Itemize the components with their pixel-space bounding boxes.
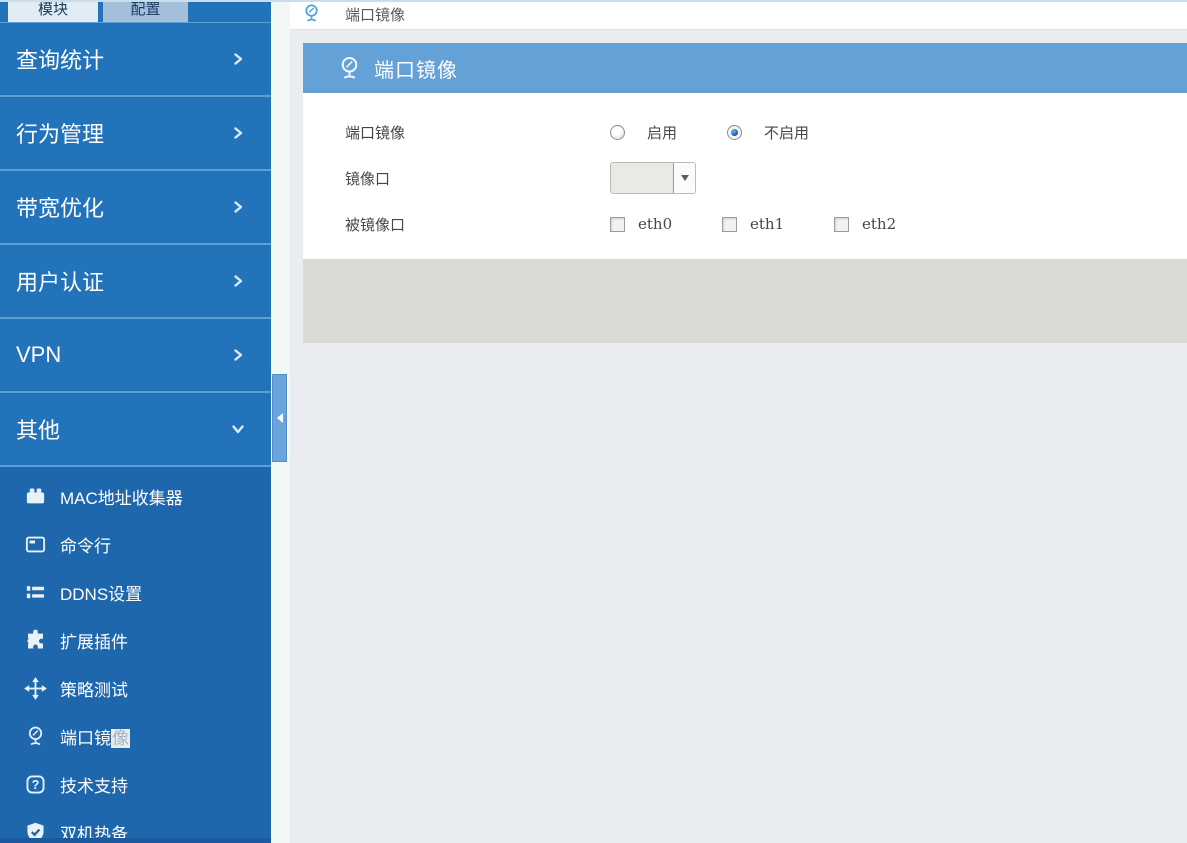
main-area: 端口镜像 端口镜像 端口镜像 启用 不启用 镜像口 被镜像口 eth0 eth1… <box>290 0 1187 843</box>
tab-module-label: 模块 <box>37 1 68 18</box>
terminal-icon <box>24 533 47 556</box>
panel-header: 端口镜像 <box>303 43 1187 93</box>
checkbox-group-eth0: eth0 <box>610 215 722 233</box>
mirrored-ports-label: 被镜像口 <box>345 215 406 234</box>
tab-module[interactable]: 模块 <box>8 0 98 22</box>
sidebar-item-vpn[interactable]: VPN <box>0 319 271 393</box>
sidebar-item-query-stats[interactable]: 查询统计 <box>0 23 271 97</box>
sidebar-item-mac-collector[interactable]: MAC地址收集器 <box>0 472 271 520</box>
sidebar-item-others[interactable]: 其他 <box>0 393 271 467</box>
breadcrumb-title: 端口镜像 <box>345 6 406 24</box>
disable-radio-label: 不启用 <box>764 123 810 142</box>
form-row-mirror-port: 镜像口 <box>345 155 1187 201</box>
support-icon: ? <box>24 773 47 796</box>
disable-radio[interactable] <box>727 124 743 140</box>
mirrored-ports-checkboxes: eth0 eth1 eth2 <box>610 215 946 233</box>
enable-radio[interactable] <box>610 124 625 140</box>
sidebar-item-label: 用户认证 <box>16 270 105 295</box>
sidebar-item-label: VPN <box>16 342 62 367</box>
mirror-icon <box>336 55 363 82</box>
enable-radio-label: 启用 <box>647 123 678 142</box>
eth0-checkbox[interactable] <box>610 216 625 232</box>
ddns-icon <box>24 581 47 604</box>
checkbox-group-eth2: eth2 <box>834 215 946 233</box>
radio-group-disable: 不启用 <box>727 122 809 143</box>
chevron-down-icon <box>231 422 245 436</box>
sidebar-item-label: DDNS设置 <box>60 584 143 604</box>
eth1-checkbox[interactable] <box>722 216 737 232</box>
collapse-arrow-left-icon <box>276 413 283 423</box>
sidebar-item-extension-plugins[interactable]: 扩展插件 <box>0 616 271 664</box>
sidebar-item-ddns-settings[interactable]: DDNS设置 <box>0 568 271 616</box>
mirror-port-controls <box>610 162 696 194</box>
chevron-right-icon <box>231 348 245 362</box>
caret-down-icon <box>680 175 689 181</box>
sidebar-item-label: 其他 <box>16 418 61 443</box>
chevron-right-icon <box>231 126 245 140</box>
sidebar-collapse-handle[interactable] <box>272 374 287 462</box>
svg-text:?: ? <box>32 778 40 792</box>
sidebar-item-behavior-mgmt[interactable]: 行为管理 <box>0 97 271 171</box>
form-row-mirrored-ports: 被镜像口 eth0 eth1 eth2 <box>345 201 1187 247</box>
port-mirror-radios: 启用 不启用 <box>610 122 859 143</box>
port-mirror-label: 端口镜像 <box>345 123 406 142</box>
sidebar-item-label: 命令行 <box>60 536 111 556</box>
sidebar-item-label: 技术支持 <box>60 776 128 796</box>
mirror-port-label: 镜像口 <box>345 169 391 188</box>
sidebar-item-tech-support[interactable]: ? 技术支持 <box>0 760 271 808</box>
sidebar-item-label: 扩展插件 <box>60 632 128 652</box>
sidebar-item-label: 查询统计 <box>16 48 105 73</box>
eth2-label: eth2 <box>862 215 897 233</box>
tab-config[interactable]: 配置 <box>103 0 188 22</box>
sidebar-item-label: MAC地址收集器 <box>60 488 183 508</box>
radio-group-enable: 启用 <box>610 122 677 143</box>
sidebar-item-policy-test[interactable]: 策略测试 <box>0 664 271 712</box>
eth0-label: eth0 <box>638 215 673 233</box>
port-mirror-label-prefix: 端口镜 <box>60 728 111 748</box>
mirror-icon <box>24 725 47 748</box>
sidebar-item-label: 策略测试 <box>60 680 128 700</box>
policy-test-icon <box>24 676 47 700</box>
sidebar-item-label: 端口镜像 <box>60 724 130 749</box>
sidebar-item-command-line[interactable]: 命令行 <box>0 520 271 568</box>
sidebar-item-port-mirror[interactable]: 端口镜像 <box>0 712 271 760</box>
port-mirror-panel: 端口镜像 端口镜像 启用 不启用 镜像口 被镜像口 eth0 eth1 eth2 <box>303 43 1187 343</box>
mac-address-collector-icon <box>24 485 47 508</box>
content: 端口镜像 端口镜像 启用 不启用 镜像口 被镜像口 eth0 eth1 eth2 <box>290 30 1187 843</box>
checkbox-group-eth1: eth1 <box>722 215 834 233</box>
plugin-icon <box>24 629 47 652</box>
sidebar-item-bandwidth-opt[interactable]: 带宽优化 <box>0 171 271 245</box>
sidebar-tabs: 模块 配置 <box>0 0 271 22</box>
panel-body: 端口镜像 启用 不启用 镜像口 被镜像口 eth0 eth1 eth2 <box>303 93 1187 259</box>
panel-footer-band <box>303 259 1187 343</box>
breadcrumb: 端口镜像 <box>290 0 1187 30</box>
mirror-port-select[interactable] <box>610 162 696 194</box>
window-top-edge <box>0 0 1187 2</box>
chevron-right-icon <box>231 274 245 288</box>
eth1-label: eth1 <box>750 215 785 233</box>
sidebar-item-label: 带宽优化 <box>16 196 105 221</box>
main-menu: 查询统计 行为管理 带宽优化 用户认证 VPN 其他 <box>0 22 271 467</box>
form-row-port-mirror: 端口镜像 启用 不启用 <box>345 109 1187 155</box>
tab-config-label: 配置 <box>130 1 161 18</box>
others-submenu: MAC地址收集器 命令行 DDNS设置 扩展插件 策略测试 端口镜像 ? 技术支… <box>0 467 271 843</box>
mirror-icon <box>301 3 322 24</box>
eth2-checkbox[interactable] <box>834 216 849 232</box>
sidebar-item-label: 行为管理 <box>16 122 105 147</box>
sidebar: 模块 配置 查询统计 行为管理 带宽优化 用户认证 VPN 其他 MAC地址收集… <box>0 0 271 843</box>
mirror-port-select-value <box>611 163 673 193</box>
sidebar-bottom-strip <box>0 838 271 843</box>
sidebar-item-user-auth[interactable]: 用户认证 <box>0 245 271 319</box>
chevron-right-icon <box>231 200 245 214</box>
app-window: 模块 配置 查询统计 行为管理 带宽优化 用户认证 VPN 其他 MAC地址收集… <box>0 0 1187 843</box>
chevron-right-icon <box>231 52 245 66</box>
port-mirror-label-selected-char: 像 <box>111 728 130 748</box>
select-dropdown-button[interactable] <box>673 163 695 193</box>
panel-title: 端口镜像 <box>374 59 458 82</box>
